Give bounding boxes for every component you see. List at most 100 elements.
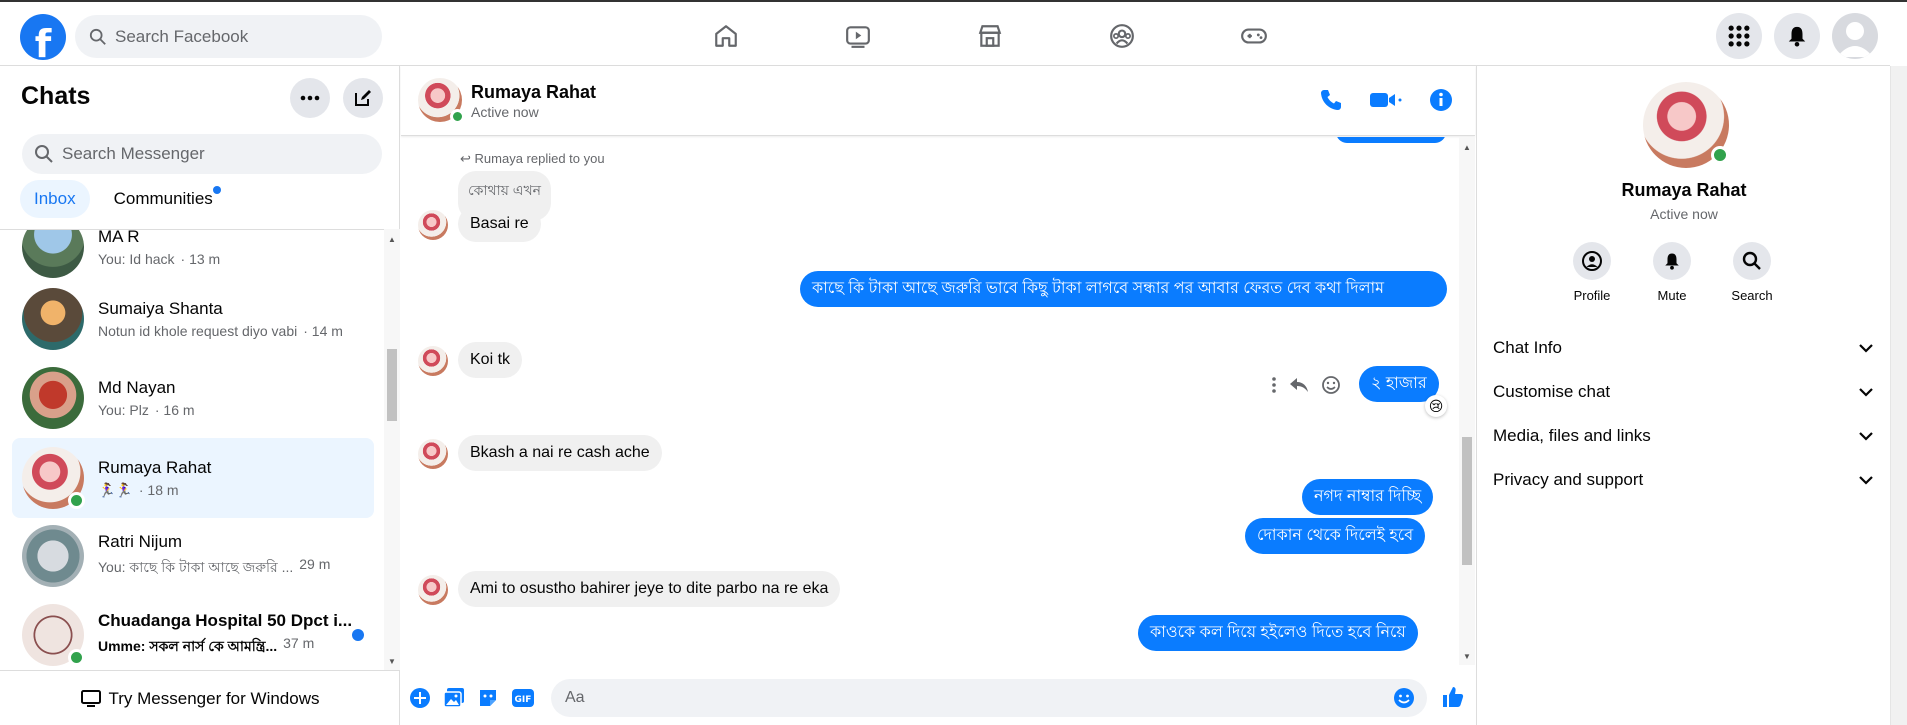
scroll-down-arrow-icon[interactable]: ▼ [388,657,396,666]
emoji-icon[interactable] [1393,687,1415,709]
contact-name[interactable]: Rumaya Rahat [471,82,596,103]
scroll-up-arrow-icon[interactable]: ▲ [1463,143,1471,152]
chat-name: Chuadanga Hospital 50 Dpct i... [98,611,353,630]
nav-gaming[interactable] [1188,14,1320,58]
notifications-button[interactable] [1774,13,1820,59]
section-customise-chat[interactable]: Customise chat [1493,372,1873,412]
chats-sidebar: Chats Search Messenger Inbox Communities… [0,66,400,725]
facebook-logo[interactable]: f [20,14,66,60]
info-icon[interactable] [1429,88,1453,112]
chat-list-scrollbar[interactable]: ▲ ▼ [384,229,400,670]
react-emoji-icon[interactable] [1321,375,1341,395]
message-composer: GIF Aa [401,669,1475,725]
top-right-controls [1716,13,1878,59]
message-bubble-in[interactable]: Bkash a nai re cash ache [458,435,662,471]
tab-communities-label: Communities [113,189,213,208]
marketplace-icon [978,25,1002,47]
chat-options-button[interactable] [290,78,330,118]
chat-list-item[interactable]: MA R You: Id hack · 13 m [12,230,374,286]
avatar [22,230,84,278]
chat-list-item[interactable]: Md Nayan You: Plz · 16 m [12,359,374,437]
gif-icon[interactable]: GIF [511,687,535,709]
message-bubble-out[interactable]: নগদ নাম্বার দিচ্ছি [1302,479,1434,515]
message-bubble-out[interactable]: দোকান থেকে দিলেই হবে [1245,518,1426,554]
composer-actions: GIF [409,687,535,709]
scroll-thumb[interactable] [1462,437,1472,565]
avatar [22,525,84,587]
nav-home[interactable] [660,14,792,58]
profile-icon [1582,251,1602,271]
scroll-down-arrow-icon[interactable]: ▼ [1463,652,1471,661]
add-plus-icon[interactable] [409,687,431,709]
menu-button[interactable] [1716,13,1762,59]
nav-marketplace[interactable] [924,14,1056,58]
tab-communities[interactable]: Communities [100,180,227,218]
search-icon [1742,251,1761,270]
message-input[interactable]: Aa [551,679,1427,717]
scroll-up-arrow-icon[interactable]: ▲ [388,235,396,244]
tab-inbox[interactable]: Inbox [20,180,90,218]
unread-dot [352,629,364,641]
message-scrollbar[interactable]: ▲ ▼ [1459,137,1475,665]
last-message: You: কাছে কি টাকা আছে জরুরি ... [98,559,294,575]
conversation-actions [1319,88,1453,112]
mute-action-button[interactable]: Mute [1652,242,1692,303]
section-privacy-support[interactable]: Privacy and support [1493,460,1873,500]
message-bubble-in[interactable]: Ami to osustho bahirer jeye to dite parb… [458,571,841,607]
chat-list-item[interactable]: Chuadanga Hospital 50 Dpct i... Umme: সক… [12,596,374,670]
video-call-icon[interactable] [1369,88,1403,112]
section-media-files-links[interactable]: Media, files and links [1493,416,1873,456]
more-dots-icon [300,95,320,101]
message-bubble-out[interactable]: কাওকে কল দিয়ে হইলেও দিতে হবে নিয়ে [1138,615,1418,651]
section-chat-info[interactable]: Chat Info [1493,328,1873,368]
section-label: Customise chat [1493,382,1611,401]
message-bubble-out-partial[interactable] [1336,137,1446,143]
search-placeholder: Search Messenger [62,144,205,163]
try-messenger-windows-button[interactable]: Try Messenger for Windows [0,670,400,725]
facebook-search-input[interactable]: Search Facebook [75,15,382,58]
photo-gallery-icon[interactable] [443,687,465,709]
home-icon [715,25,737,47]
nav-watch[interactable] [792,14,924,58]
message-bubble-in[interactable]: Basai re [458,206,541,242]
chat-list-item[interactable]: Sumaiya Shanta Notun id khole request di… [12,280,374,358]
mute-action-label: Mute [1657,288,1687,303]
contact-avatar[interactable] [418,78,465,124]
contact-profile-avatar[interactable] [1643,82,1729,168]
search-action-button[interactable]: Search [1731,242,1773,303]
profile-action-button[interactable]: Profile [1572,242,1612,303]
chat-name: Sumaiya Shanta [98,299,223,318]
more-options-icon[interactable] [1271,376,1277,394]
online-indicator [450,109,465,124]
message-bubble-in[interactable]: Koi tk [458,342,523,378]
online-indicator [68,649,85,666]
message-time: 37 m [283,635,315,651]
try-messenger-label: Try Messenger for Windows [108,689,320,708]
avatar [22,288,84,350]
watch-icon [846,26,870,48]
message-reaction[interactable]: 😢 [1425,395,1447,417]
account-avatar[interactable] [1832,13,1878,59]
gaming-icon [1241,28,1267,44]
message-bubble-out[interactable]: কাছে কি টাকা আছে জরুরি ভাবে কিছু টাকা লা… [800,271,1447,307]
chat-list-item-selected[interactable]: Rumaya Rahat 🏃‍♀️🏃‍♀️ · 18 m [12,438,374,518]
last-message: You: Plz [98,402,149,418]
page-scrollbar[interactable] [1890,66,1907,725]
messenger-search-input[interactable]: Search Messenger [22,134,382,174]
last-message: Notun id khole request diyo vabi [98,323,298,339]
search-icon [89,28,106,45]
scroll-thumb[interactable] [387,349,397,421]
chat-list-item[interactable]: Ratri Nijum You: কাছে কি টাকা আছে জরুরি … [12,517,374,595]
message-time: · 13 m [180,251,221,267]
search-action-label: Search [1731,288,1773,303]
new-message-button[interactable] [343,78,383,118]
message-bubble-out[interactable]: ২ হাজার [1359,366,1439,402]
profile-actions: Profile Mute Search [1572,242,1773,303]
nav-groups[interactable] [1056,14,1188,58]
sticker-icon[interactable] [477,687,499,709]
phone-call-icon[interactable] [1319,88,1343,112]
compose-icon [355,90,371,106]
avatar [22,604,85,666]
thumbs-up-like-icon[interactable] [1441,685,1465,709]
reply-icon[interactable] [1289,376,1309,394]
